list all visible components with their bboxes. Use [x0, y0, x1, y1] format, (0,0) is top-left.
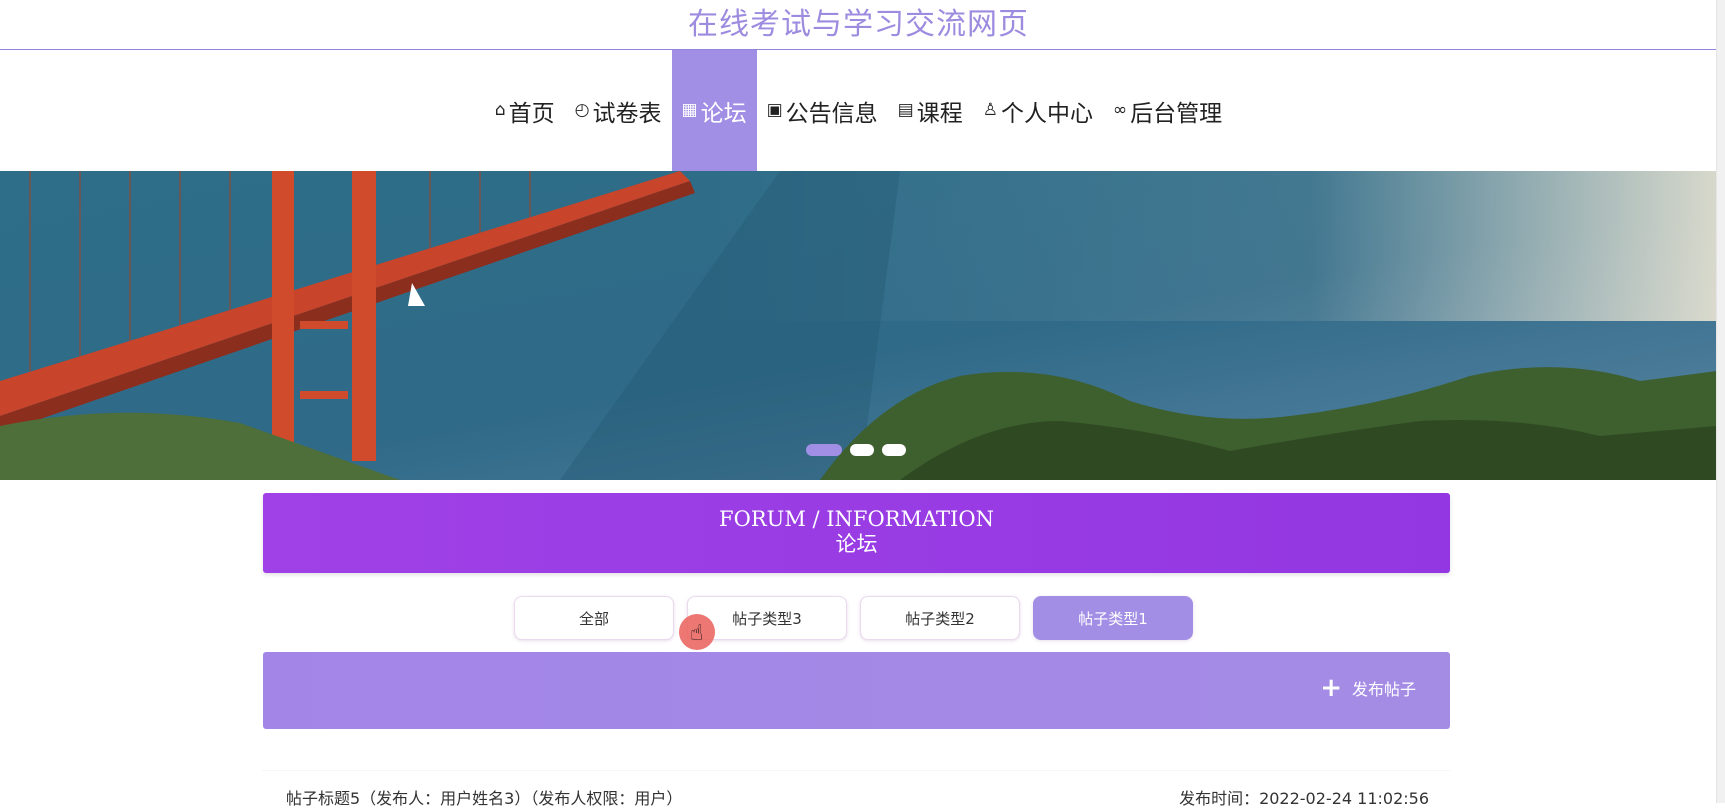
nav-home[interactable]: ⌂ 首页 — [485, 50, 565, 171]
nav-profile[interactable]: ♙ 个人中心 — [973, 50, 1103, 171]
nav-exam-papers[interactable]: ◴ 试卷表 — [565, 50, 672, 171]
forum-title-cn: 论坛 — [835, 532, 878, 556]
hero-banner-image — [0, 171, 1717, 480]
notice-icon: ▣ — [766, 100, 783, 120]
nav-exam-papers-label: 试卷表 — [592, 100, 662, 127]
user-icon: ♙ — [982, 100, 998, 120]
scrollbar[interactable] — [1716, 0, 1725, 803]
plus-icon: + — [1320, 673, 1342, 703]
hand-cursor-icon: ☝ — [690, 621, 704, 646]
nav-announcements[interactable]: ▣ 公告信息 — [757, 50, 888, 171]
filter-type1-button[interactable]: 帖子类型1 — [1033, 596, 1193, 640]
carousel-indicators — [806, 444, 906, 456]
clipboard-icon: ▤ — [897, 100, 914, 120]
post-list-item[interactable]: 帖子标题5（发布人：用户姓名3）（发布人权限：用户） 发布时间：2022-02-… — [263, 770, 1450, 808]
nav-courses[interactable]: ▤ 课程 — [888, 50, 973, 171]
publish-post-label: 发布帖子 — [1351, 680, 1416, 699]
post-time: 发布时间：2022-02-24 11:02:56 — [1179, 789, 1429, 808]
nav-admin-label: 后台管理 — [1130, 100, 1223, 127]
nav-forum[interactable]: ▦ 论坛 — [671, 50, 757, 171]
publish-post-button[interactable]: + 发布帖子 — [1320, 675, 1416, 701]
filter-all-button[interactable]: 全部 — [514, 596, 674, 640]
nav-admin[interactable]: ∞ 后台管理 — [1103, 50, 1232, 171]
main-nav: ⌂ 首页 ◴ 试卷表 ▦ 论坛 ▣ 公告信息 ▤ 课程 ♙ 个人中心 ∞ 后台管… — [0, 50, 1717, 171]
site-title: 在线考试与学习交流网页 — [0, 0, 1717, 50]
nav-home-label: 首页 — [508, 100, 555, 127]
post-title[interactable]: 帖子标题5（发布人：用户姓名3）（发布人权限：用户） — [286, 785, 682, 809]
post-type-filters: 全部 帖子类型3 帖子类型2 帖子类型1 — [514, 596, 1193, 640]
nav-courses-label: 课程 — [916, 100, 963, 127]
forum-title-en: FORUM / INFORMATION — [719, 507, 994, 531]
link-icon: ∞ — [1112, 100, 1128, 120]
post-action-bar: + 发布帖子 — [263, 652, 1450, 729]
nav-forum-label: 论坛 — [700, 100, 747, 127]
carousel-dot-3[interactable] — [882, 444, 906, 456]
nav-profile-label: 个人中心 — [1000, 100, 1093, 127]
filter-type2-button[interactable]: 帖子类型2 — [860, 596, 1020, 640]
forum-header: FORUM / INFORMATION 论坛 — [263, 493, 1450, 573]
nav-announcements-label: 公告信息 — [785, 100, 878, 127]
home-icon: ⌂ — [494, 100, 506, 120]
carousel-dot-1[interactable] — [806, 444, 842, 456]
gauge-icon: ◴ — [574, 100, 590, 120]
grid-icon: ▦ — [681, 100, 698, 120]
carousel-dot-2[interactable] — [850, 444, 874, 456]
